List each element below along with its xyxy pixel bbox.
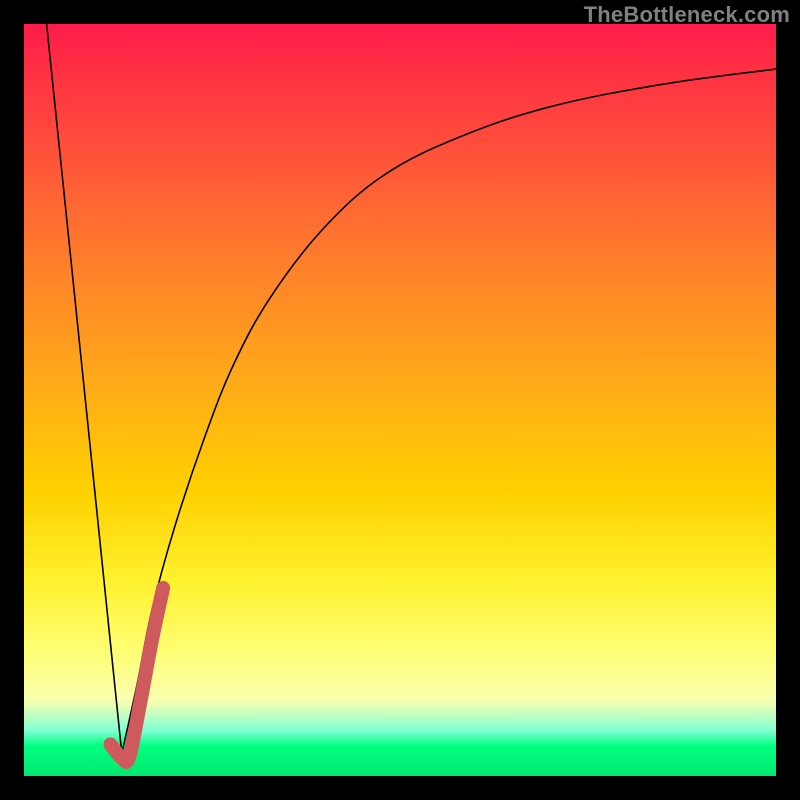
left-descending-line	[47, 24, 122, 753]
accent-j-hook	[111, 588, 164, 762]
log-rise-curve	[122, 69, 776, 753]
chart-stage: TheBottleneck.com	[0, 0, 800, 800]
watermark-text: TheBottleneck.com	[584, 2, 790, 28]
curve-layer	[24, 24, 776, 776]
plot-area	[24, 24, 776, 776]
